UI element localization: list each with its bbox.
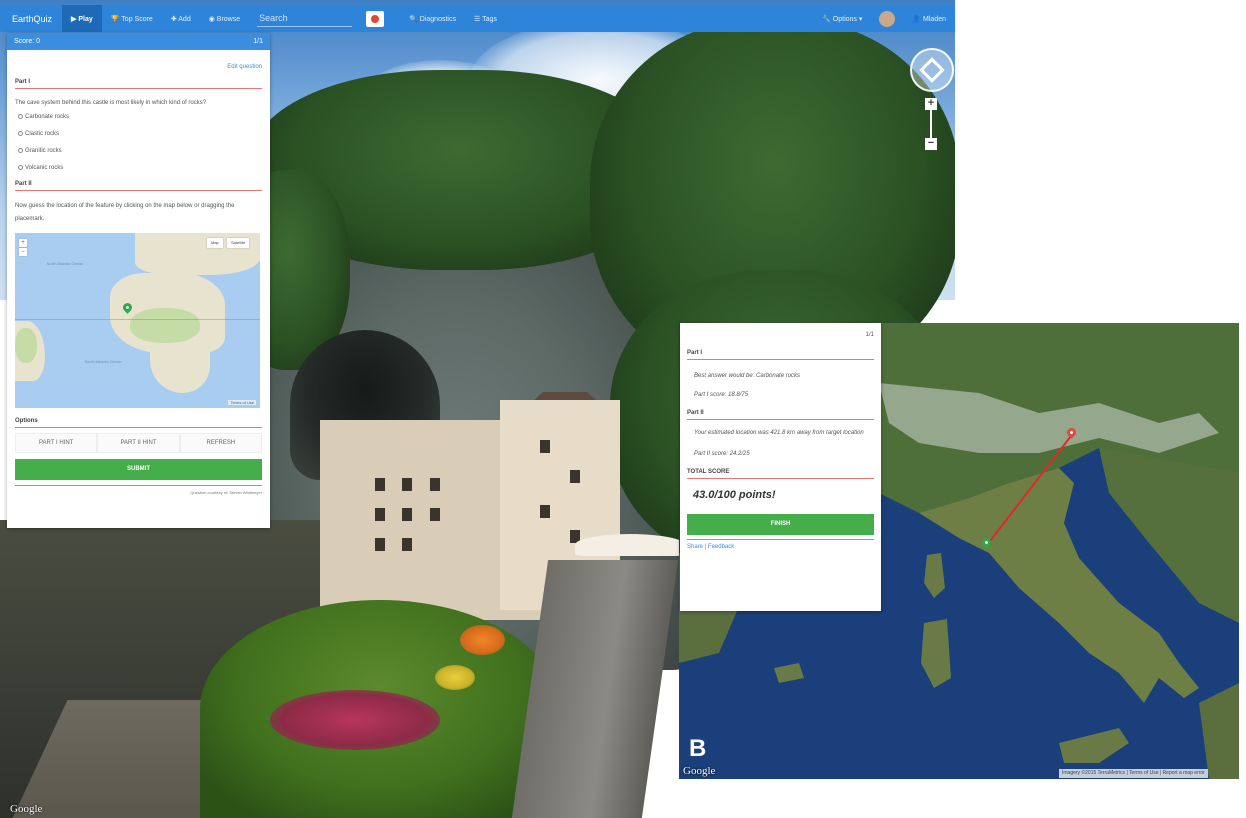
castle-window (402, 538, 412, 551)
divider (687, 539, 874, 540)
instruction-text: Now guess the location of the feature by… (15, 203, 235, 222)
panel-label: B (689, 735, 707, 762)
google-logo: Google (683, 765, 716, 777)
total-heading: TOTAL SCORE (687, 469, 874, 479)
street-view-zoom: + − (925, 98, 937, 150)
radio-button[interactable] (18, 131, 23, 136)
flower-bed (460, 625, 505, 655)
option-clastic[interactable]: Clastic rocks (15, 125, 262, 142)
finish-button[interactable]: FINISH (687, 514, 874, 535)
castle-window (375, 538, 385, 551)
question-text: The cave system behind this castle is mo… (15, 100, 207, 106)
part2-heading: Part II (15, 181, 262, 191)
cafe-umbrella (575, 534, 685, 556)
castle-window (570, 470, 580, 483)
share-link[interactable]: Share (687, 544, 703, 550)
zoom-in-icon[interactable]: + (925, 98, 937, 110)
zoom-out-icon[interactable]: − (925, 138, 937, 150)
compass-icon[interactable] (910, 48, 954, 92)
map-type-satellite[interactable]: Satellite (227, 238, 250, 248)
castle-window (430, 508, 440, 521)
nav-diagnostics[interactable]: 🔍 Diagnostics (400, 5, 465, 32)
rainforest (15, 328, 37, 363)
ocean-label: North Atlantic Ocean (46, 261, 84, 266)
score-label: Score: 0 (14, 38, 41, 45)
option-granitic[interactable]: Granitic rocks (15, 142, 262, 159)
castle-window (375, 508, 385, 521)
zoom-slider[interactable] (930, 110, 932, 138)
option-label: Volcanic rocks (25, 164, 64, 171)
part1-score: Part I score: 18.8/75 (694, 392, 749, 398)
map-terms[interactable]: Terms of Use (228, 400, 256, 405)
radio-button[interactable] (18, 114, 23, 119)
part1-heading: Part I (687, 350, 874, 360)
option-label: Granitic rocks (25, 147, 62, 154)
top-navbar: EarthQuiz ▶ Play 🏆 Top Score ✚ Add ◉ Bro… (0, 5, 955, 32)
part1-hint-button[interactable]: PART I HINT (15, 433, 98, 453)
total-score: 43.0/100 points! (693, 489, 776, 501)
zoom-out-icon[interactable]: − (19, 248, 27, 256)
option-volcanic[interactable]: Volcanic rocks (15, 159, 262, 176)
guess-map[interactable]: North Atlantic Ocean South Atlantic Ocea… (15, 233, 260, 408)
options-heading: Options (15, 418, 262, 428)
question-credit: Question courtesy of: Steven Whitmeyer (190, 490, 262, 495)
search-input[interactable]: Search (257, 10, 353, 27)
nav-top-score[interactable]: 🏆 Top Score (102, 5, 162, 32)
option-label: Clastic rocks (25, 130, 60, 137)
part2-hint-button[interactable]: PART II HINT (97, 433, 180, 453)
map-attribution[interactable]: Imagery ©2015 TerraMetrics | Terms of Us… (1059, 769, 1208, 778)
rainforest (130, 308, 200, 343)
random-button[interactable] (366, 10, 385, 27)
google-logo: Google (10, 803, 43, 815)
castle-window (402, 478, 412, 491)
radio-button[interactable] (18, 165, 23, 170)
castle-window (540, 505, 550, 518)
hint-buttons: PART I HINT PART II HINT REFRESH (15, 433, 262, 453)
avatar[interactable] (879, 10, 896, 27)
ocean-label: South Atlantic Ocean (84, 359, 122, 364)
results-panel: 1/1 Part I Best answer would be: Carbona… (680, 323, 881, 611)
distance-text: Your estimated location was 421.8 km awa… (694, 430, 864, 436)
user-menu[interactable]: 👤 Mladen (903, 5, 955, 32)
nav-play[interactable]: ▶ Play (62, 5, 102, 32)
nav-browse[interactable]: ◉ Browse (200, 5, 249, 32)
composite-screenshot: Google + − EarthQuiz ▶ Play 🏆 Top Score … (0, 0, 1246, 818)
brand-logo[interactable]: EarthQuiz (0, 5, 62, 32)
option-label: Carbonate rocks (25, 113, 70, 120)
question-counter: 1/1 (253, 38, 263, 45)
submit-button[interactable]: SUBMIT (15, 459, 262, 480)
nav-tags[interactable]: ☰ Tags (465, 5, 506, 32)
part2-heading: Part II (687, 410, 874, 420)
question-counter: 1/1 (865, 332, 874, 338)
score-bar: Score: 0 1/1 (7, 33, 270, 50)
map-type-map[interactable]: Map (207, 238, 223, 248)
flower-bed (435, 665, 475, 690)
best-answer: Best answer would be: Carbonate rocks (694, 373, 801, 379)
castle-window (540, 440, 550, 453)
option-carbonate[interactable]: Carbonate rocks (15, 108, 262, 125)
castle-window (375, 478, 385, 491)
castle-window (430, 478, 440, 491)
divider (15, 485, 262, 486)
edit-question-link[interactable]: Edit question (15, 64, 262, 74)
castle-window (402, 508, 412, 521)
equator-line (15, 319, 260, 320)
nav-add[interactable]: ✚ Add (162, 5, 200, 32)
record-icon (371, 14, 380, 23)
link-separator: | (704, 544, 707, 550)
flower-bed (270, 690, 440, 750)
radio-button[interactable] (18, 148, 23, 153)
part2-score: Part II score: 24.2/25 (694, 451, 750, 457)
feedback-link[interactable]: Feedback (708, 544, 734, 550)
footer-links: Share | Feedback (687, 544, 874, 550)
zoom-in-icon[interactable]: + (19, 239, 27, 247)
options-menu[interactable]: 🔧 Options ▾ (813, 5, 871, 32)
quiz-panel: Score: 0 1/1 Edit question Part I The ca… (7, 33, 270, 528)
refresh-button[interactable]: REFRESH (179, 433, 262, 453)
part1-heading: Part I (15, 79, 262, 89)
